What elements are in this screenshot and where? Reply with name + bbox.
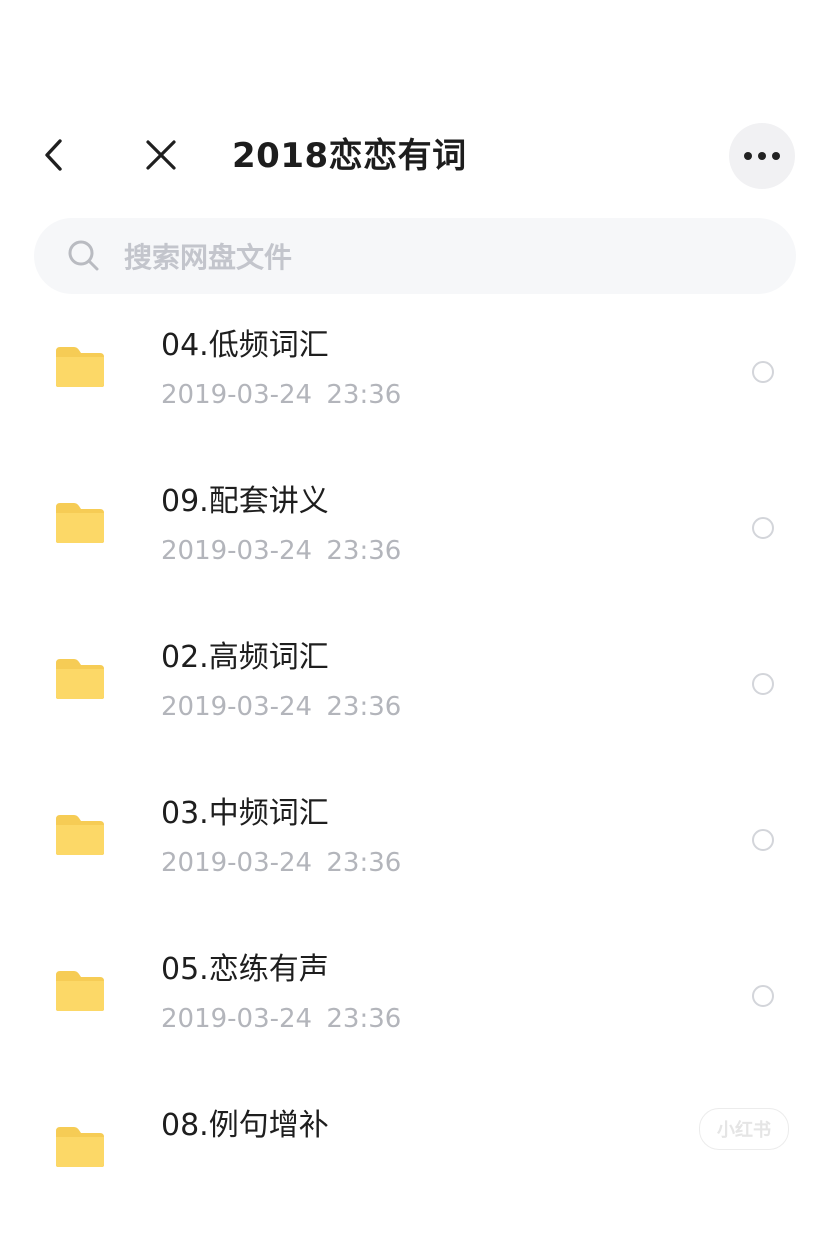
file-name: 09.配套讲义 [161, 484, 329, 519]
file-time: 2019-03-24 23:36 [161, 848, 402, 878]
back-chevron-icon [45, 139, 62, 171]
folder-icon [56, 503, 104, 543]
list-item[interactable]: 02.高频词汇 2019-03-24 23:36 [0, 622, 828, 778]
file-name: 02.高频词汇 [161, 640, 329, 675]
select-checkbox[interactable] [752, 673, 774, 695]
file-time: 2019-03-24 23:36 [161, 536, 402, 566]
list-item[interactable]: 09.配套讲义 2019-03-24 23:36 [0, 466, 828, 622]
file-list: 04.低频词汇 2019-03-24 23:36 09.配套讲义 2019-03… [0, 310, 828, 1246]
select-checkbox[interactable] [752, 985, 774, 1007]
page-title: 2018恋恋有词 [232, 136, 467, 176]
more-dots-icon [744, 152, 780, 160]
list-item[interactable]: 04.低频词汇 2019-03-24 23:36 [0, 310, 828, 466]
close-button[interactable] [136, 130, 186, 180]
search-bar[interactable] [34, 218, 796, 296]
folder-icon [56, 659, 104, 699]
file-time: 2019-03-24 23:36 [161, 1004, 402, 1034]
select-checkbox[interactable] [752, 361, 774, 383]
watermark: 小红书 [699, 1108, 789, 1150]
select-checkbox[interactable] [752, 829, 774, 851]
file-name: 08.例句增补 [161, 1108, 329, 1143]
folder-icon [56, 1127, 104, 1167]
file-name: 03.中频词汇 [161, 796, 329, 831]
close-icon [146, 140, 176, 170]
folder-icon [56, 971, 104, 1011]
more-button[interactable] [729, 123, 795, 189]
file-name: 04.低频词汇 [161, 328, 329, 363]
search-input[interactable] [122, 218, 766, 296]
file-time: 2019-03-24 23:36 [161, 380, 402, 410]
folder-icon [56, 815, 104, 855]
search-icon [68, 240, 99, 271]
file-name: 05.恋练有声 [161, 952, 329, 987]
file-time: 2019-03-24 23:36 [161, 692, 402, 722]
list-item[interactable]: 03.中频词汇 2019-03-24 23:36 [0, 778, 828, 934]
top-bar: 2018恋恋有词 [0, 120, 828, 192]
back-button[interactable] [30, 130, 80, 180]
select-checkbox[interactable] [752, 517, 774, 539]
folder-icon [56, 347, 104, 387]
list-item[interactable]: 05.恋练有声 2019-03-24 23:36 [0, 934, 828, 1090]
